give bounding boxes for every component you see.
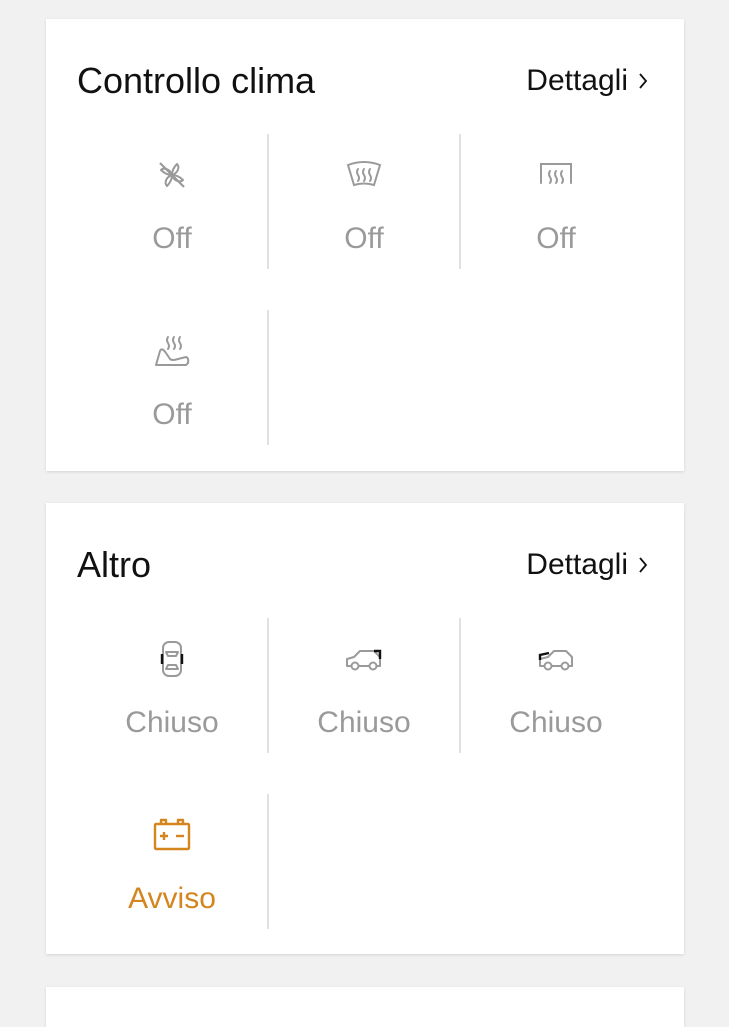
climate-card-header: Controllo clima Dettagli [46,19,684,139]
climate-control-card: Controllo clima Dettagli Off Off Off Off [46,19,684,471]
other-tile-battery[interactable]: Avviso [76,799,268,934]
climate-rear-window-status: Off [536,222,576,255]
other-trunk-status: Chiuso [317,706,411,739]
other-tile-hood[interactable]: Chiuso [460,623,652,758]
other-card: Altro Dettagli Chiuso Chiuso Chiuso Avvi… [46,503,684,954]
climate-card-title: Controllo clima [77,60,316,101]
other-details-link[interactable]: Dettagli [526,547,648,583]
climate-tile-windshield[interactable]: Off [268,139,460,274]
next-card [46,987,684,1027]
climate-windshield-status: Off [344,222,384,255]
rear-window-defrost-icon [540,163,572,184]
fan-off-icon [159,162,185,188]
other-tile-doors[interactable]: Chiuso [76,623,268,758]
climate-tile-fan[interactable]: Off [76,139,268,274]
other-doors-status: Chiuso [125,706,219,739]
seat-heating-icon [155,336,190,366]
other-hood-status: Chiuso [509,706,603,739]
chevron-right-icon [639,73,648,89]
chevron-right-icon [639,557,648,573]
battery-icon [153,818,191,851]
other-card-title: Altro [77,544,152,585]
tile-divider [267,794,269,929]
car-doors-icon [160,641,184,677]
climate-seat-status: Off [152,398,192,431]
climate-tile-seat[interactable]: Off [76,315,268,450]
other-details-label: Dettagli [526,548,628,581]
other-tile-trunk[interactable]: Chiuso [268,623,460,758]
windshield-defrost-icon [346,161,382,187]
car-hood-icon [538,650,573,671]
other-battery-status: Avviso [128,882,216,915]
car-trunk-icon [346,649,382,671]
climate-details-label: Dettagli [526,64,628,97]
tile-divider [267,310,269,445]
climate-tile-rear-window[interactable]: Off [460,139,652,274]
climate-details-link[interactable]: Dettagli [526,63,648,99]
other-card-header: Altro Dettagli [46,503,684,623]
climate-fan-status: Off [152,222,192,255]
